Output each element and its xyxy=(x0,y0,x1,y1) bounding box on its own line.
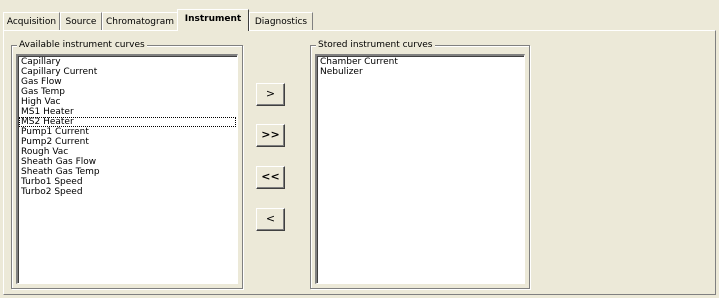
list-item-focused[interactable]: MS2 Heater xyxy=(19,117,236,127)
available-curves-list[interactable]: Capillary Capillary Current Gas Flow Gas… xyxy=(16,54,238,284)
list-item[interactable]: MS1 Heater xyxy=(19,107,236,117)
list-item[interactable]: High Vac xyxy=(19,97,236,107)
stored-curves-group: Stored instrument curves Chamber Current… xyxy=(310,39,530,289)
available-curves-group: Available instrument curves Capillary Ca… xyxy=(11,39,243,289)
add-all-curves-button[interactable]: >> xyxy=(256,124,285,147)
list-item[interactable]: Turbo1 Speed xyxy=(19,177,236,187)
list-item[interactable]: Gas Temp xyxy=(19,87,236,97)
stored-curves-label: Stored instrument curves xyxy=(316,39,435,51)
tab-acquisition[interactable]: Acquisition xyxy=(3,12,60,30)
list-item[interactable]: Pump2 Current xyxy=(19,137,236,147)
add-curve-button[interactable]: > xyxy=(256,83,285,106)
list-item[interactable]: Chamber Current xyxy=(318,57,523,67)
list-item[interactable]: Sheath Gas Flow xyxy=(19,157,236,167)
tab-source[interactable]: Source xyxy=(60,12,102,30)
list-item[interactable]: Rough Vac xyxy=(19,147,236,157)
tab-instrument[interactable]: Instrument xyxy=(177,9,249,31)
tab-chromatogram[interactable]: Chromatogram xyxy=(102,12,178,30)
available-curves-label: Available instrument curves xyxy=(17,39,147,51)
list-item[interactable]: Capillary Current xyxy=(19,67,236,77)
list-item[interactable]: Capillary xyxy=(19,57,236,67)
list-item[interactable]: Nebulizer xyxy=(318,67,523,77)
list-item[interactable]: Turbo2 Speed xyxy=(19,187,236,197)
stored-curves-list[interactable]: Chamber Current Nebulizer xyxy=(315,54,525,284)
tab-diagnostics[interactable]: Diagnostics xyxy=(249,12,313,30)
list-item[interactable]: Pump1 Current xyxy=(19,127,236,137)
list-item[interactable]: Sheath Gas Temp xyxy=(19,167,236,177)
remove-all-curves-button[interactable]: << xyxy=(256,166,285,189)
remove-curve-button[interactable]: < xyxy=(256,208,285,231)
list-item[interactable]: Gas Flow xyxy=(19,77,236,87)
instrument-tab-panel: Available instrument curves Capillary Ca… xyxy=(3,30,716,295)
